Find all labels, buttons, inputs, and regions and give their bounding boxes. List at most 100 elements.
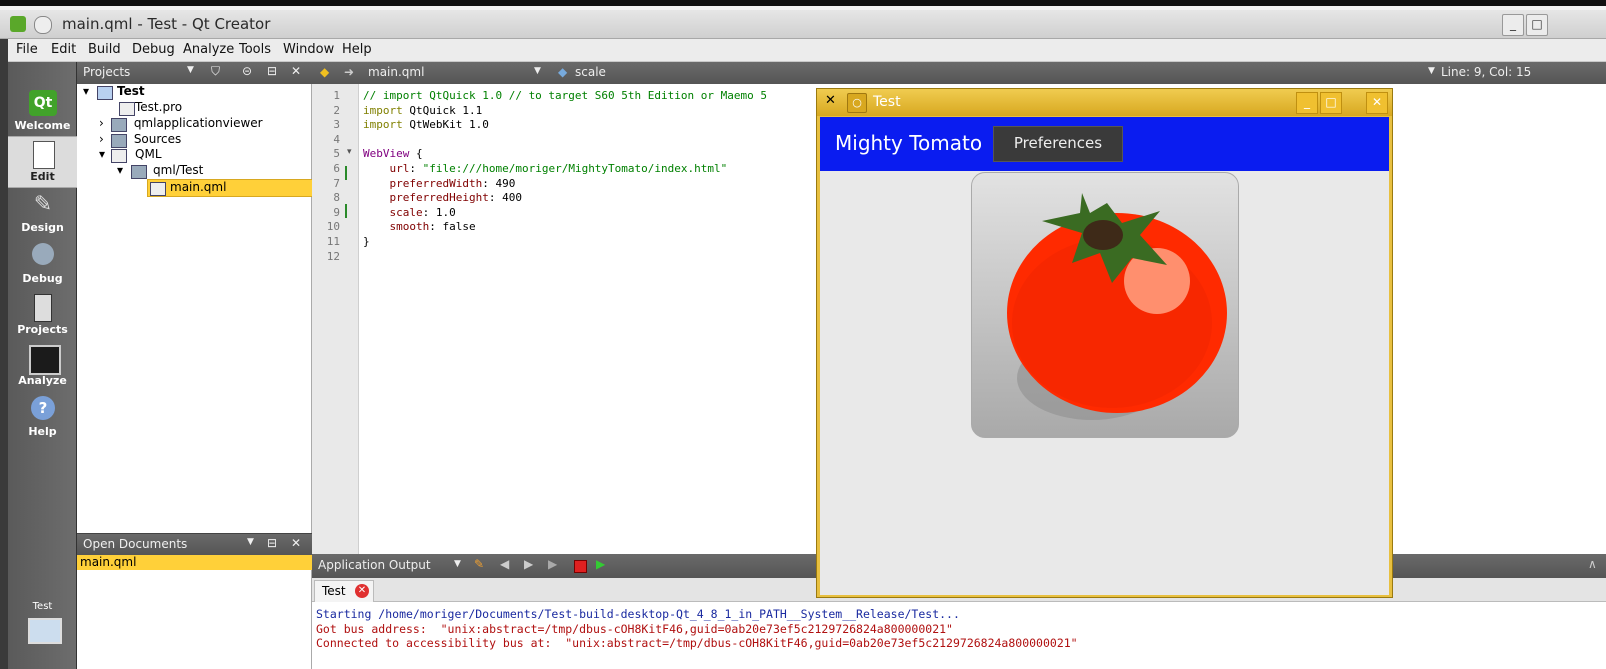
maximize-button[interactable]: □	[1526, 14, 1548, 36]
attach-debugger-icon[interactable]: ▶	[596, 557, 605, 571]
close-button[interactable]: ✕	[1366, 92, 1388, 114]
forward-arrow-icon[interactable]: ➜	[344, 65, 354, 79]
mode-label: Help	[28, 425, 57, 438]
line-number-gutter: ▾ 1 2 3 4 5 6 7 8 9 10 11 12	[312, 84, 359, 554]
line-number: 5	[333, 147, 340, 161]
close-tab-icon[interactable]: ✕	[355, 584, 369, 598]
tree-row[interactable]: ▾ qml/Test	[117, 163, 203, 179]
split-icon[interactable]: ⊟	[267, 64, 277, 78]
debug-bug-icon	[32, 243, 54, 265]
line-number: 9	[333, 205, 340, 219]
test-window-title: Test	[873, 94, 901, 110]
app-title: Mighty Tomato	[835, 131, 983, 155]
mode-label: Design	[21, 221, 64, 234]
mode-debug[interactable]: Debug	[8, 239, 77, 289]
preferences-button[interactable]: Preferences	[993, 126, 1123, 162]
help-icon: ?	[31, 396, 55, 420]
tree-row[interactable]: Test.pro	[119, 100, 182, 116]
menu-bar: File Edit Build Debug Analyze Tools Wind…	[8, 39, 1606, 62]
change-marker	[345, 204, 347, 218]
back-arrow-icon[interactable]: ◆	[320, 65, 329, 79]
close-icon[interactable]: ✕	[291, 64, 301, 78]
tree-row[interactable]: ▾ Test	[83, 84, 145, 100]
target-label: Test	[32, 601, 53, 612]
rerun-icon[interactable]: ▶	[548, 557, 557, 571]
close-icon[interactable]: ✕	[291, 536, 301, 550]
symbol-selector[interactable]: scale	[575, 65, 606, 79]
mode-edit[interactable]: Edit	[8, 136, 77, 188]
maximize-button[interactable]: □	[1320, 92, 1342, 114]
tomato-icon	[1007, 193, 1227, 420]
stop-icon[interactable]	[574, 560, 587, 573]
mode-help[interactable]: ? Help	[8, 392, 77, 442]
window-title: main.qml - Test - Qt Creator	[62, 15, 271, 33]
mode-analyze[interactable]: Analyze	[8, 341, 77, 391]
projects-header-label: Projects	[83, 65, 131, 79]
minimize-button[interactable]: _	[1296, 92, 1318, 114]
tree-row-selected[interactable]: main.qml	[147, 179, 314, 197]
list-item[interactable]: main.qml	[77, 555, 312, 570]
menu-tools[interactable]: Tools	[239, 42, 271, 57]
window-menu-icon[interactable]: ○	[847, 93, 867, 113]
line-number: 12	[326, 249, 340, 263]
tree-row[interactable]: ▾ QML	[99, 147, 162, 163]
menu-window[interactable]: Window	[283, 42, 334, 57]
menu-file[interactable]: File	[16, 42, 38, 57]
mode-design[interactable]: ✎ Design	[8, 188, 77, 238]
open-documents-list: main.qml	[77, 555, 312, 669]
output-line: Got bus address: "unix:abstract=/tmp/dbu…	[316, 622, 953, 636]
open-documents-label: Open Documents	[83, 537, 188, 551]
file-selector[interactable]: main.qml	[368, 65, 424, 79]
chevron-down-icon[interactable]: ▼	[534, 66, 541, 76]
tab-label: Test	[322, 584, 346, 598]
menu-analyze[interactable]: Analyze	[183, 42, 234, 57]
mode-projects[interactable]: Projects	[8, 290, 77, 340]
output-selector[interactable]: Application Output	[318, 558, 431, 572]
line-number: 2	[333, 103, 340, 117]
line-number: 1	[333, 89, 340, 102]
chevron-down-icon[interactable]: ▼	[247, 537, 254, 547]
mode-welcome[interactable]: Qt Welcome	[8, 86, 77, 136]
target-computer-icon[interactable]	[28, 618, 62, 644]
next-item-icon[interactable]: ▶	[524, 557, 533, 571]
prev-item-icon[interactable]: ◀	[500, 557, 509, 571]
code-line: WebView {	[363, 147, 423, 161]
menu-help[interactable]: Help	[342, 42, 372, 57]
filter-icon[interactable]: ⛉	[211, 64, 220, 79]
collapse-icon[interactable]: ∧	[1588, 557, 1597, 571]
window-menu-icon[interactable]	[34, 16, 52, 34]
project-tree: ▾ Test Test.pro › qmlapplicationviewer › So…	[77, 84, 314, 533]
line-number: 10	[326, 220, 340, 234]
code-line: }	[363, 235, 370, 248]
tomato-image-frame	[971, 172, 1239, 438]
webview-content: Mighty Tomato Preferences	[820, 117, 1389, 595]
fold-arrow-icon[interactable]: ▾	[347, 147, 352, 157]
editor-toolbar: ◆ ➜ main.qml ▼ ◆ scale ▼ Line: 9, Col: 1…	[312, 62, 1606, 84]
change-marker	[345, 166, 347, 180]
output-tab-test[interactable]: Test ✕	[314, 580, 374, 603]
menu-debug[interactable]: Debug	[132, 42, 175, 57]
link-icon[interactable]: ⊝	[242, 64, 252, 78]
mode-label: Debug	[22, 272, 63, 285]
line-number: 4	[333, 132, 340, 146]
mode-label: Projects	[17, 323, 68, 336]
test-app-window: ✕ ○ Test _ □ ✕ Mighty Tomato Preferences	[816, 88, 1393, 598]
tree-row[interactable]: › Sources	[99, 132, 181, 148]
mode-label: Analyze	[18, 374, 67, 387]
mode-label: Welcome	[14, 119, 71, 132]
app-header-bar: Mighty Tomato Preferences	[820, 117, 1389, 171]
tools-icon: ✕	[825, 93, 836, 108]
projects-dropdown-arrow-icon[interactable]: ▼	[187, 65, 194, 75]
minimize-button[interactable]: _	[1502, 14, 1524, 36]
line-number: 11	[326, 235, 340, 248]
chevron-down-icon[interactable]: ▼	[1428, 66, 1435, 76]
split-icon[interactable]: ⊟	[267, 536, 277, 550]
clear-output-icon[interactable]: ✎	[474, 557, 484, 571]
chevron-down-icon[interactable]: ▼	[454, 559, 461, 569]
menu-edit[interactable]: Edit	[51, 42, 76, 57]
projects-icon	[34, 294, 52, 322]
test-window-titlebar: ✕ ○ Test _ □ ✕	[817, 89, 1392, 116]
open-documents-header: Open Documents ▼ ⊟ ✕	[77, 533, 312, 555]
menu-build[interactable]: Build	[88, 42, 121, 57]
tree-row[interactable]: › qmlapplicationviewer	[99, 116, 263, 132]
